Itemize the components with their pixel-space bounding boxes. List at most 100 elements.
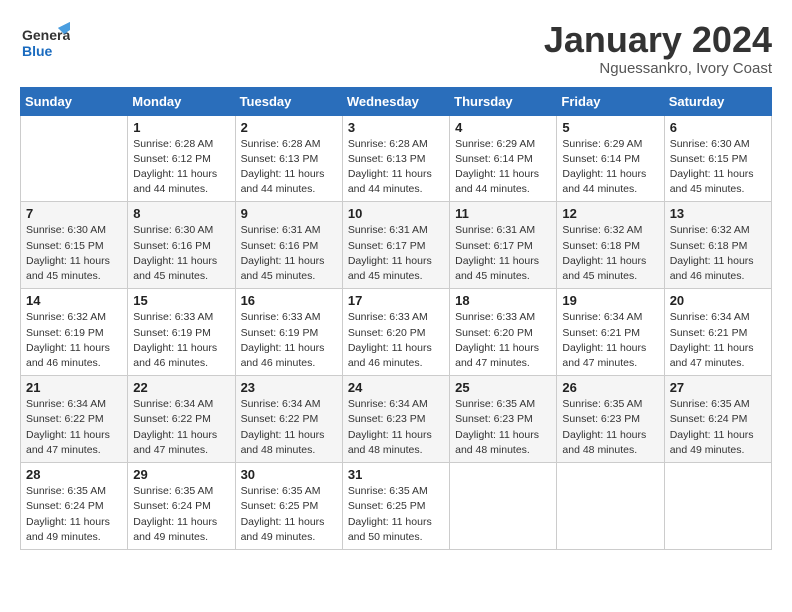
calendar-cell: 24 Sunrise: 6:34 AMSunset: 6:23 PMDaylig…: [342, 376, 449, 463]
day-number: 25: [455, 380, 551, 395]
day-number: 29: [133, 467, 229, 482]
calendar-cell: 19 Sunrise: 6:34 AMSunset: 6:21 PMDaylig…: [557, 289, 664, 376]
day-number: 30: [241, 467, 337, 482]
day-number: 11: [455, 206, 551, 221]
calendar-cell: 3 Sunrise: 6:28 AMSunset: 6:13 PMDayligh…: [342, 115, 449, 202]
calendar-cell: 10 Sunrise: 6:31 AMSunset: 6:17 PMDaylig…: [342, 202, 449, 289]
day-info: Sunrise: 6:28 AMSunset: 6:12 PMDaylight:…: [133, 138, 217, 196]
calendar-cell: 6 Sunrise: 6:30 AMSunset: 6:15 PMDayligh…: [664, 115, 771, 202]
day-number: 6: [670, 120, 766, 135]
day-info: Sunrise: 6:33 AMSunset: 6:19 PMDaylight:…: [241, 311, 325, 369]
calendar-cell: 22 Sunrise: 6:34 AMSunset: 6:22 PMDaylig…: [128, 376, 235, 463]
day-number: 16: [241, 293, 337, 308]
calendar-cell: 14 Sunrise: 6:32 AMSunset: 6:19 PMDaylig…: [21, 289, 128, 376]
day-number: 1: [133, 120, 229, 135]
day-info: Sunrise: 6:34 AMSunset: 6:21 PMDaylight:…: [670, 311, 754, 369]
day-number: 31: [348, 467, 444, 482]
calendar-cell: 30 Sunrise: 6:35 AMSunset: 6:25 PMDaylig…: [235, 463, 342, 550]
title-block: January 2024 Nguessankro, Ivory Coast: [544, 20, 772, 77]
day-number: 10: [348, 206, 444, 221]
calendar-cell: 28 Sunrise: 6:35 AMSunset: 6:24 PMDaylig…: [21, 463, 128, 550]
day-info: Sunrise: 6:34 AMSunset: 6:22 PMDaylight:…: [26, 398, 110, 456]
calendar-cell: 16 Sunrise: 6:33 AMSunset: 6:19 PMDaylig…: [235, 289, 342, 376]
day-of-week-header: Wednesday: [342, 87, 449, 115]
day-info: Sunrise: 6:35 AMSunset: 6:24 PMDaylight:…: [670, 398, 754, 456]
day-info: Sunrise: 6:35 AMSunset: 6:25 PMDaylight:…: [348, 485, 432, 543]
day-number: 27: [670, 380, 766, 395]
day-info: Sunrise: 6:35 AMSunset: 6:23 PMDaylight:…: [455, 398, 539, 456]
calendar-cell: 4 Sunrise: 6:29 AMSunset: 6:14 PMDayligh…: [450, 115, 557, 202]
calendar-cell: 17 Sunrise: 6:33 AMSunset: 6:20 PMDaylig…: [342, 289, 449, 376]
day-of-week-header: Sunday: [21, 87, 128, 115]
day-number: 3: [348, 120, 444, 135]
day-info: Sunrise: 6:32 AMSunset: 6:19 PMDaylight:…: [26, 311, 110, 369]
calendar-cell: [450, 463, 557, 550]
day-number: 22: [133, 380, 229, 395]
day-of-week-header: Tuesday: [235, 87, 342, 115]
day-info: Sunrise: 6:29 AMSunset: 6:14 PMDaylight:…: [455, 138, 539, 196]
day-number: 5: [562, 120, 658, 135]
day-number: 18: [455, 293, 551, 308]
calendar-cell: 13 Sunrise: 6:32 AMSunset: 6:18 PMDaylig…: [664, 202, 771, 289]
calendar-cell: 18 Sunrise: 6:33 AMSunset: 6:20 PMDaylig…: [450, 289, 557, 376]
calendar-cell: 7 Sunrise: 6:30 AMSunset: 6:15 PMDayligh…: [21, 202, 128, 289]
day-number: 24: [348, 380, 444, 395]
day-info: Sunrise: 6:35 AMSunset: 6:25 PMDaylight:…: [241, 485, 325, 543]
day-info: Sunrise: 6:35 AMSunset: 6:24 PMDaylight:…: [133, 485, 217, 543]
page-header: General Blue January 2024 Nguessankro, I…: [20, 20, 772, 77]
calendar-cell: [21, 115, 128, 202]
calendar-table: SundayMondayTuesdayWednesdayThursdayFrid…: [20, 87, 772, 550]
calendar-week-row: 1 Sunrise: 6:28 AMSunset: 6:12 PMDayligh…: [21, 115, 772, 202]
day-info: Sunrise: 6:35 AMSunset: 6:23 PMDaylight:…: [562, 398, 646, 456]
day-number: 7: [26, 206, 122, 221]
day-info: Sunrise: 6:35 AMSunset: 6:24 PMDaylight:…: [26, 485, 110, 543]
calendar-cell: 1 Sunrise: 6:28 AMSunset: 6:12 PMDayligh…: [128, 115, 235, 202]
day-info: Sunrise: 6:34 AMSunset: 6:23 PMDaylight:…: [348, 398, 432, 456]
calendar-cell: 25 Sunrise: 6:35 AMSunset: 6:23 PMDaylig…: [450, 376, 557, 463]
calendar-cell: 21 Sunrise: 6:34 AMSunset: 6:22 PMDaylig…: [21, 376, 128, 463]
calendar-cell: 29 Sunrise: 6:35 AMSunset: 6:24 PMDaylig…: [128, 463, 235, 550]
day-info: Sunrise: 6:34 AMSunset: 6:21 PMDaylight:…: [562, 311, 646, 369]
day-info: Sunrise: 6:28 AMSunset: 6:13 PMDaylight:…: [348, 138, 432, 196]
location-subtitle: Nguessankro, Ivory Coast: [544, 60, 772, 77]
day-info: Sunrise: 6:33 AMSunset: 6:20 PMDaylight:…: [348, 311, 432, 369]
calendar-cell: 8 Sunrise: 6:30 AMSunset: 6:16 PMDayligh…: [128, 202, 235, 289]
day-number: 2: [241, 120, 337, 135]
day-number: 4: [455, 120, 551, 135]
day-number: 9: [241, 206, 337, 221]
day-info: Sunrise: 6:30 AMSunset: 6:16 PMDaylight:…: [133, 224, 217, 282]
day-info: Sunrise: 6:33 AMSunset: 6:20 PMDaylight:…: [455, 311, 539, 369]
day-info: Sunrise: 6:34 AMSunset: 6:22 PMDaylight:…: [133, 398, 217, 456]
calendar-cell: 15 Sunrise: 6:33 AMSunset: 6:19 PMDaylig…: [128, 289, 235, 376]
day-of-week-header: Thursday: [450, 87, 557, 115]
calendar-cell: 11 Sunrise: 6:31 AMSunset: 6:17 PMDaylig…: [450, 202, 557, 289]
day-info: Sunrise: 6:31 AMSunset: 6:17 PMDaylight:…: [455, 224, 539, 282]
day-of-week-header: Friday: [557, 87, 664, 115]
day-number: 28: [26, 467, 122, 482]
day-info: Sunrise: 6:29 AMSunset: 6:14 PMDaylight:…: [562, 138, 646, 196]
calendar-week-row: 14 Sunrise: 6:32 AMSunset: 6:19 PMDaylig…: [21, 289, 772, 376]
logo: General Blue: [20, 20, 70, 65]
calendar-week-row: 21 Sunrise: 6:34 AMSunset: 6:22 PMDaylig…: [21, 376, 772, 463]
calendar-cell: 26 Sunrise: 6:35 AMSunset: 6:23 PMDaylig…: [557, 376, 664, 463]
svg-text:Blue: Blue: [22, 43, 53, 59]
calendar-cell: 2 Sunrise: 6:28 AMSunset: 6:13 PMDayligh…: [235, 115, 342, 202]
calendar-cell: 12 Sunrise: 6:32 AMSunset: 6:18 PMDaylig…: [557, 202, 664, 289]
day-number: 8: [133, 206, 229, 221]
day-info: Sunrise: 6:32 AMSunset: 6:18 PMDaylight:…: [670, 224, 754, 282]
day-info: Sunrise: 6:30 AMSunset: 6:15 PMDaylight:…: [26, 224, 110, 282]
calendar-cell: 31 Sunrise: 6:35 AMSunset: 6:25 PMDaylig…: [342, 463, 449, 550]
day-number: 20: [670, 293, 766, 308]
day-number: 23: [241, 380, 337, 395]
calendar-cell: 9 Sunrise: 6:31 AMSunset: 6:16 PMDayligh…: [235, 202, 342, 289]
day-number: 19: [562, 293, 658, 308]
calendar-cell: 23 Sunrise: 6:34 AMSunset: 6:22 PMDaylig…: [235, 376, 342, 463]
day-info: Sunrise: 6:34 AMSunset: 6:22 PMDaylight:…: [241, 398, 325, 456]
logo-icon: General Blue: [20, 20, 70, 65]
calendar-cell: [664, 463, 771, 550]
calendar-cell: [557, 463, 664, 550]
day-of-week-header: Saturday: [664, 87, 771, 115]
day-number: 14: [26, 293, 122, 308]
calendar-cell: 20 Sunrise: 6:34 AMSunset: 6:21 PMDaylig…: [664, 289, 771, 376]
calendar-week-row: 7 Sunrise: 6:30 AMSunset: 6:15 PMDayligh…: [21, 202, 772, 289]
